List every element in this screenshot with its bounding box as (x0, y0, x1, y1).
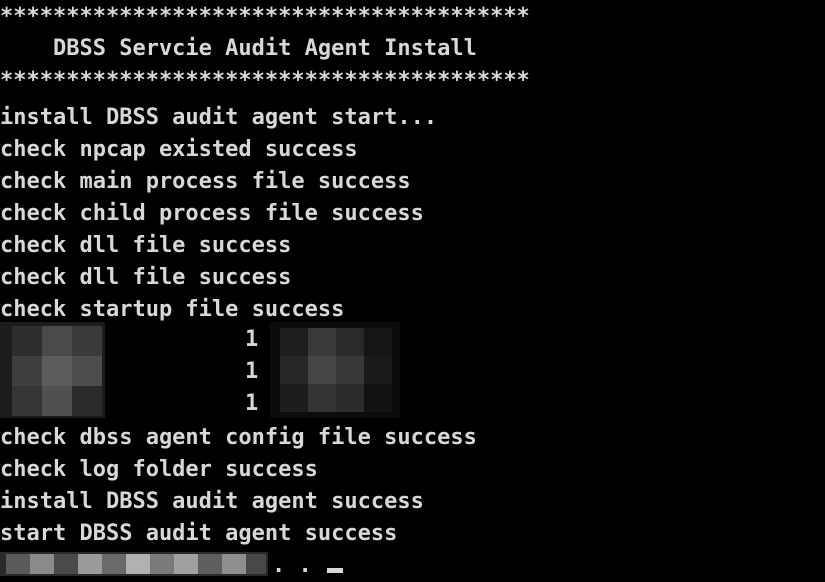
redacted-row-value: 1 (245, 327, 259, 352)
redacted-row-value: 1 (245, 391, 259, 416)
log-line: install DBSS audit agent success (0, 489, 424, 514)
prompt-tail: . . (272, 553, 312, 578)
header-border-bottom: **************************************** (0, 68, 530, 93)
log-line: check child process file success (0, 201, 424, 226)
log-line: check dll file success (0, 233, 292, 258)
console-window[interactable]: ****************************************… (0, 0, 825, 580)
header-title: DBSS Servcie Audit Agent Install (0, 36, 477, 61)
log-line: check main process file success (0, 169, 411, 194)
log-line: install DBSS audit agent start... (0, 105, 438, 130)
log-line: check npcap existed success (0, 137, 358, 162)
log-line: check dbss agent config file success (0, 425, 477, 450)
header-border-top: **************************************** (0, 4, 530, 29)
redacted-prompt-path (0, 552, 268, 576)
log-line: start DBSS audit agent success (0, 521, 398, 546)
log-line: check dll file success (0, 265, 292, 290)
redacted-block-left (0, 322, 105, 418)
text-cursor (327, 568, 343, 573)
redacted-row-value: 1 (245, 359, 259, 384)
log-line: check log folder success (0, 457, 318, 482)
redacted-block-right (270, 322, 400, 418)
